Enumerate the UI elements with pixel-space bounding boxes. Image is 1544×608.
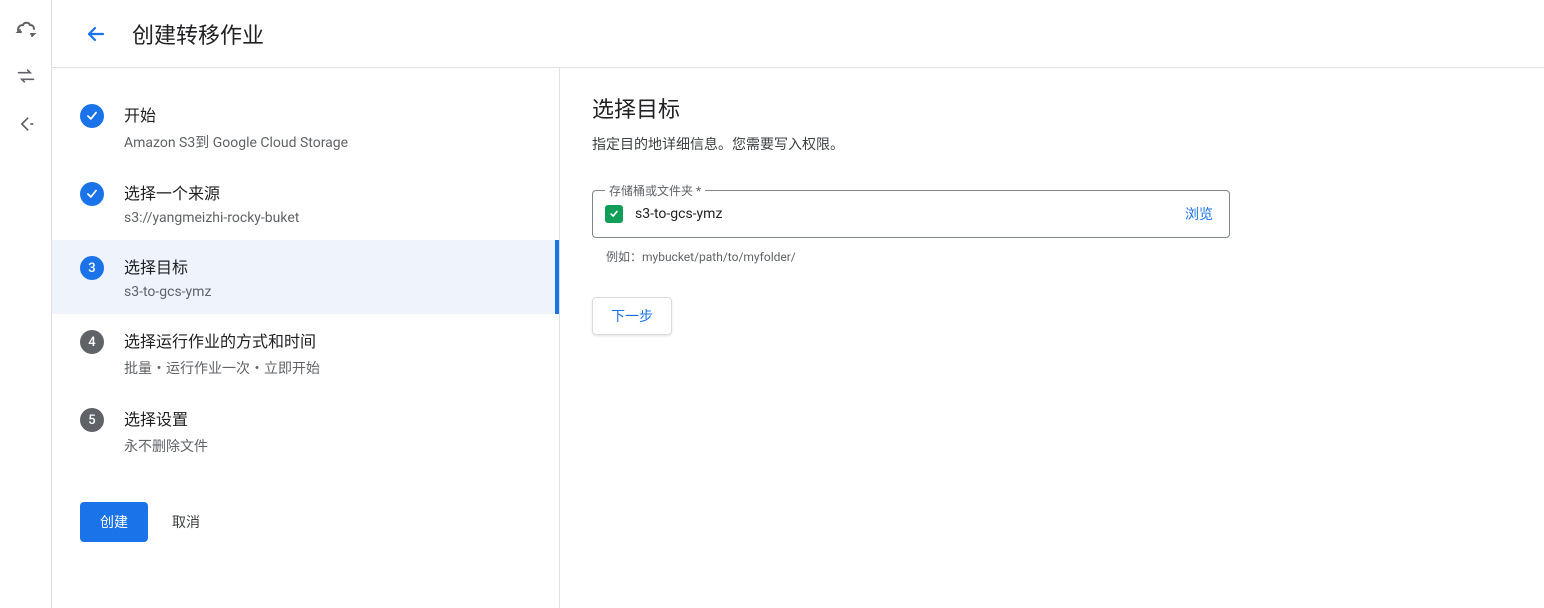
step-start[interactable]: 开始 Amazon S3到 Google Cloud Storage xyxy=(52,88,559,166)
detail-description: 指定目的地详细信息。您需要写入权限。 xyxy=(592,134,1512,154)
step-subtitle: 批量・运行作业一次・立即开始 xyxy=(124,358,320,378)
page-title: 创建转移作业 xyxy=(132,18,264,50)
jobs-icon[interactable] xyxy=(14,64,38,88)
field-label: 存储桶或文件夹 * xyxy=(605,182,705,199)
step-title: 选择设置 xyxy=(124,406,208,430)
check-icon xyxy=(80,104,104,128)
step-number-badge: 3 xyxy=(80,256,104,280)
back-button[interactable] xyxy=(76,14,116,54)
step-title: 选择一个来源 xyxy=(124,180,299,204)
step-subtitle: Amazon S3到 Google Cloud Storage xyxy=(124,132,348,152)
cancel-button[interactable]: 取消 xyxy=(172,512,200,532)
check-icon xyxy=(80,182,104,206)
step-title: 选择运行作业的方式和时间 xyxy=(124,328,320,352)
agents-icon[interactable] xyxy=(14,112,38,136)
step-title: 选择目标 xyxy=(124,254,211,278)
step-source[interactable]: 选择一个来源 s3://yangmeizhi-rocky-buket xyxy=(52,166,559,240)
step-subtitle: s3-to-gcs-ymz xyxy=(124,284,211,300)
bucket-icon xyxy=(605,205,623,223)
left-nav-rail xyxy=(0,0,52,608)
detail-title: 选择目标 xyxy=(592,92,1512,124)
page-header: 创建转移作业 xyxy=(52,0,1544,68)
bucket-input[interactable] xyxy=(635,206,1181,222)
stepper-panel: 开始 Amazon S3到 Google Cloud Storage 选择一个来… xyxy=(52,68,560,608)
transfer-service-icon[interactable] xyxy=(14,16,38,40)
step-number-badge: 4 xyxy=(80,330,104,354)
step-subtitle: 永不删除文件 xyxy=(124,436,208,456)
bucket-field[interactable]: 存储桶或文件夹 * 浏览 xyxy=(592,190,1230,238)
create-button[interactable]: 创建 xyxy=(80,502,148,542)
stepper-actions: 创建 取消 xyxy=(52,470,559,542)
browse-button[interactable]: 浏览 xyxy=(1181,204,1217,224)
step-title: 开始 xyxy=(124,102,348,126)
field-hint: 例如：mybucket/path/to/myfolder/ xyxy=(606,248,1512,265)
step-number-badge: 5 xyxy=(80,408,104,432)
step-subtitle: s3://yangmeizhi-rocky-buket xyxy=(124,210,299,226)
step-destination[interactable]: 3 选择目标 s3-to-gcs-ymz xyxy=(52,240,559,314)
step-schedule[interactable]: 4 选择运行作业的方式和时间 批量・运行作业一次・立即开始 xyxy=(52,314,559,392)
next-button[interactable]: 下一步 xyxy=(592,297,672,335)
detail-panel: 选择目标 指定目的地详细信息。您需要写入权限。 存储桶或文件夹 * 浏览 例如：… xyxy=(560,68,1544,608)
step-settings[interactable]: 5 选择设置 永不删除文件 xyxy=(52,392,559,470)
